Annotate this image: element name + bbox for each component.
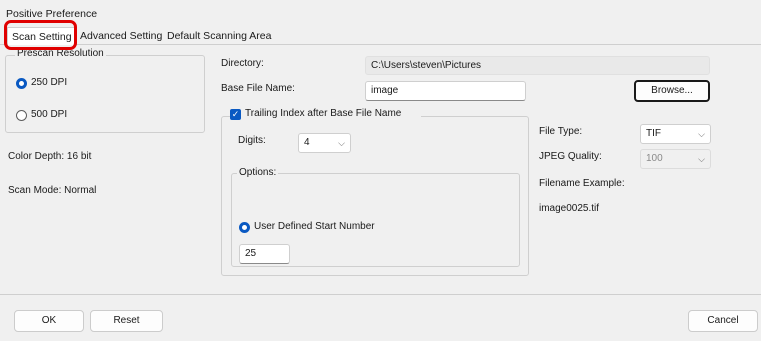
file-type-label: File Type:: [539, 126, 583, 137]
start-number-input[interactable]: 25: [239, 244, 290, 264]
trailing-index-checkbox[interactable]: ✓: [230, 109, 241, 120]
radio-250-label: 250 DPI: [31, 77, 68, 88]
reset-button[interactable]: Reset: [90, 310, 163, 332]
filename-example-value: image0025.tif: [539, 203, 600, 214]
file-type-select[interactable]: TIF ⌵: [640, 124, 711, 144]
radio-500-label: 500 DPI: [31, 109, 68, 120]
chevron-down-icon: ⌵: [698, 154, 705, 164]
prescan-resolution-group: [5, 55, 205, 133]
tab-scan-setting[interactable]: Scan Setting: [7, 27, 77, 46]
browse-button[interactable]: Browse...: [634, 80, 710, 102]
jpeg-quality-label: JPEG Quality:: [539, 151, 602, 162]
tab-default-scanning-area[interactable]: Default Scanning Area: [163, 27, 276, 45]
window-title: Positive Preference: [6, 8, 98, 20]
cancel-button[interactable]: Cancel: [688, 310, 758, 332]
trailing-index-label: Trailing Index after Base File Name: [245, 108, 402, 119]
scan-mode-text: Scan Mode: Normal: [8, 185, 97, 196]
user-defined-start-indicator[interactable]: [239, 222, 250, 233]
radio-500-indicator[interactable]: [16, 110, 27, 121]
digits-select[interactable]: 4 ⌵: [298, 133, 351, 153]
tab-advanced-setting[interactable]: Advanced Setting: [76, 27, 166, 45]
options-legend: Options:: [237, 167, 279, 178]
file-type-value: TIF: [646, 128, 661, 139]
jpeg-quality-select[interactable]: 100 ⌵: [640, 149, 711, 169]
digits-value: 4: [304, 137, 310, 148]
jpeg-quality-value: 100: [646, 153, 663, 164]
trailing-index-checkbox-row[interactable]: ✓ Trailing Index after Base File Name: [230, 108, 421, 122]
radio-250-indicator[interactable]: [16, 78, 27, 89]
prescan-resolution-legend: Prescan Resolution: [15, 48, 106, 59]
color-depth-text: Color Depth: 16 bit: [8, 151, 92, 162]
ok-button[interactable]: OK: [14, 310, 84, 332]
base-file-name-label: Base File Name:: [221, 83, 295, 94]
directory-label: Directory:: [221, 58, 264, 69]
user-defined-start-label: User Defined Start Number: [254, 221, 375, 232]
chevron-down-icon: ⌵: [338, 138, 345, 148]
digits-label: Digits:: [238, 135, 266, 146]
chevron-down-icon: ⌵: [698, 129, 705, 139]
base-file-name-input[interactable]: image: [365, 81, 526, 101]
directory-value: C:\Users\steven\Pictures: [365, 56, 710, 75]
filename-example-label: Filename Example:: [539, 178, 625, 189]
